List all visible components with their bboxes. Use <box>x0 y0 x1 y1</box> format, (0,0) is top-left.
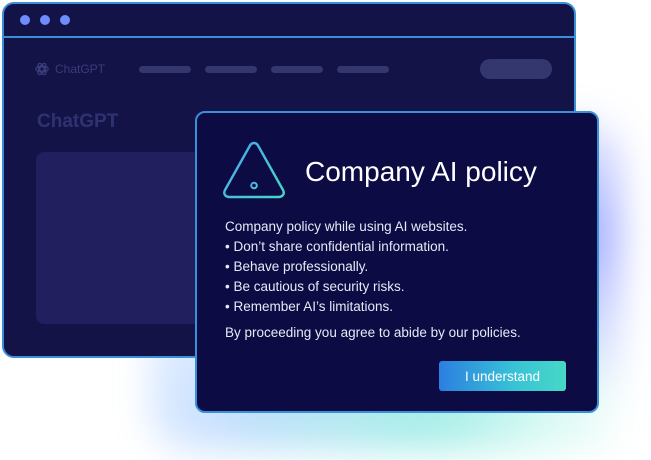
openai-logo-icon <box>35 62 49 76</box>
site-brand[interactable]: ChatGPT <box>34 61 105 77</box>
policy-bullet: • Remember AI’s limitations. <box>225 299 394 314</box>
policy-bullet: • Don’t share confidential information. <box>225 239 449 254</box>
nav-link-placeholder[interactable] <box>205 65 258 73</box>
modal-body: Company policy while using AI websites. … <box>225 217 585 343</box>
window-dot-close[interactable] <box>20 15 30 25</box>
site-brand-label: ChatGPT <box>55 62 106 76</box>
window-dot-maximize[interactable] <box>60 15 70 25</box>
policy-bullet: • Be cautious of security risks. <box>225 279 405 294</box>
i-understand-button[interactable]: I understand <box>439 361 566 391</box>
modal-title: Company AI policy <box>305 156 537 187</box>
warning-triangle-icon <box>223 141 285 199</box>
nav-cta-button-placeholder[interactable] <box>480 59 552 79</box>
stage: ChatGPT ChatGPT Company AI policy Compan… <box>0 0 651 460</box>
page-heading: ChatGPT <box>37 111 119 132</box>
nav-links <box>139 65 390 73</box>
nav-link-placeholder[interactable] <box>139 65 192 73</box>
policy-bullet: • Behave professionally. <box>225 259 369 274</box>
site-navbar: ChatGPT <box>34 58 552 80</box>
nav-link-placeholder[interactable] <box>337 65 390 73</box>
browser-titlebar <box>4 4 574 38</box>
window-dot-minimize[interactable] <box>40 15 50 25</box>
policy-agreement: By proceeding you agree to abide by our … <box>225 325 521 340</box>
nav-link-placeholder[interactable] <box>271 65 324 73</box>
policy-intro: Company policy while using AI websites. <box>225 219 468 234</box>
policy-modal: Company AI policy Company policy while u… <box>195 111 599 413</box>
